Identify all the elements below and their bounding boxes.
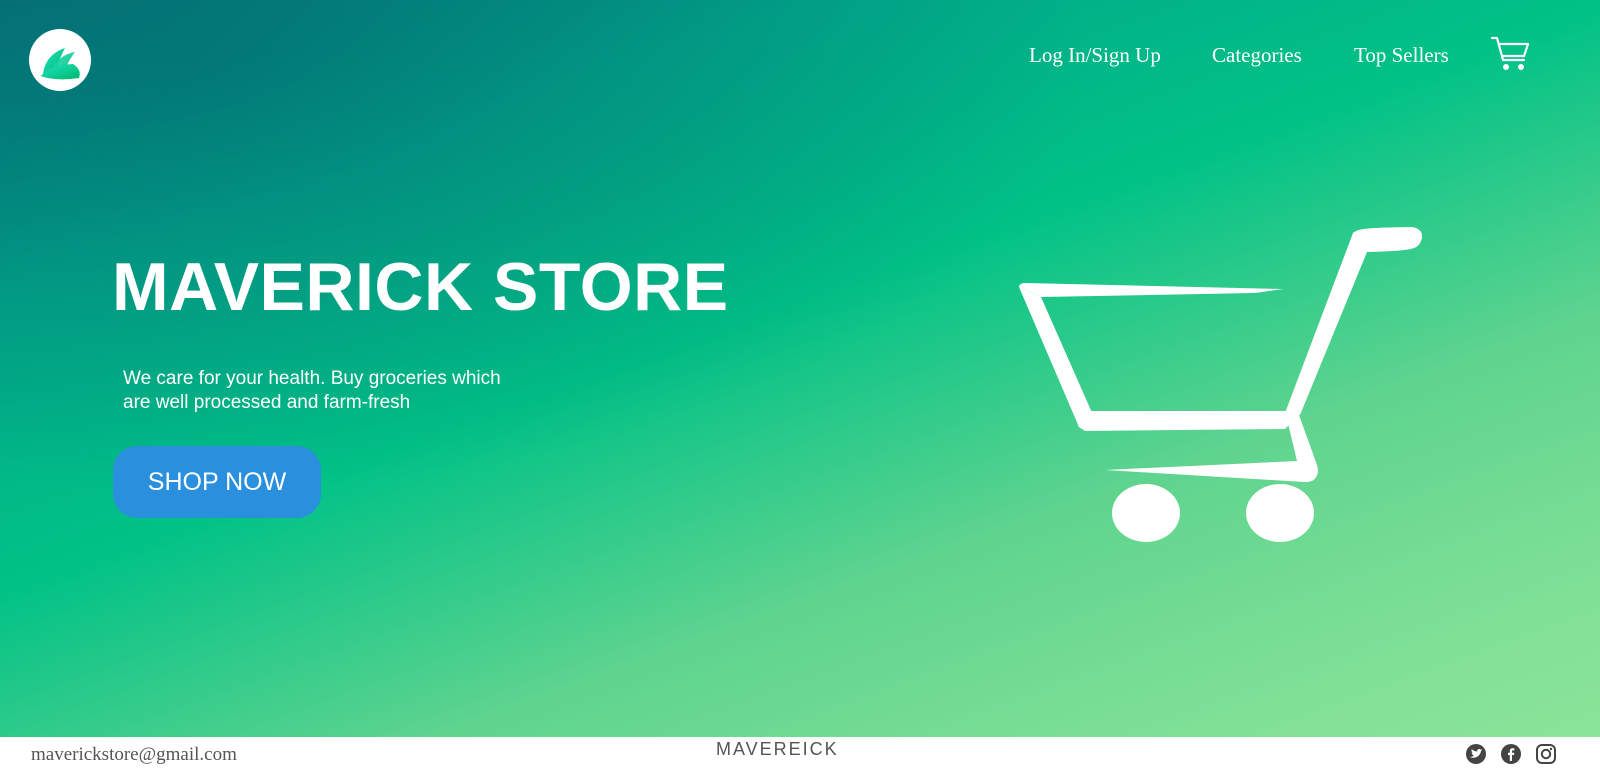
nav-categories[interactable]: Categories	[1212, 43, 1302, 68]
cart-button[interactable]	[1490, 34, 1532, 74]
nav-top-sellers[interactable]: Top Sellers	[1354, 43, 1449, 68]
hero-cart-illustration	[1019, 227, 1423, 542]
footer-brand: MAVEREICK	[716, 739, 839, 759]
footer: maverickstore@gmail.com MAVEREICK	[0, 737, 1600, 769]
facebook-icon	[1501, 744, 1521, 764]
shopping-cart-icon	[1490, 36, 1530, 70]
hero-title: MAVERICK STORE	[112, 249, 729, 325]
instagram-icon	[1536, 744, 1556, 764]
facebook-link[interactable]	[1500, 743, 1522, 765]
shop-now-button[interactable]: SHOP NOW	[113, 446, 321, 518]
hero-tagline: We care for your health. Buy groceries w…	[123, 368, 501, 413]
leaf-fan-logo-icon	[41, 48, 80, 80]
site-logo[interactable]	[29, 29, 91, 91]
nav-login-signup[interactable]: Log In/Sign Up	[1029, 43, 1161, 68]
footer-email: maverickstore@gmail.com	[31, 744, 237, 765]
hero-section: Log In/Sign Up Categories Top Sellers MA…	[0, 0, 1600, 737]
instagram-link[interactable]	[1535, 743, 1557, 765]
twitter-icon	[1466, 744, 1486, 764]
landing-page: Log In/Sign Up Categories Top Sellers MA…	[0, 0, 1600, 769]
twitter-link[interactable]	[1465, 743, 1487, 765]
